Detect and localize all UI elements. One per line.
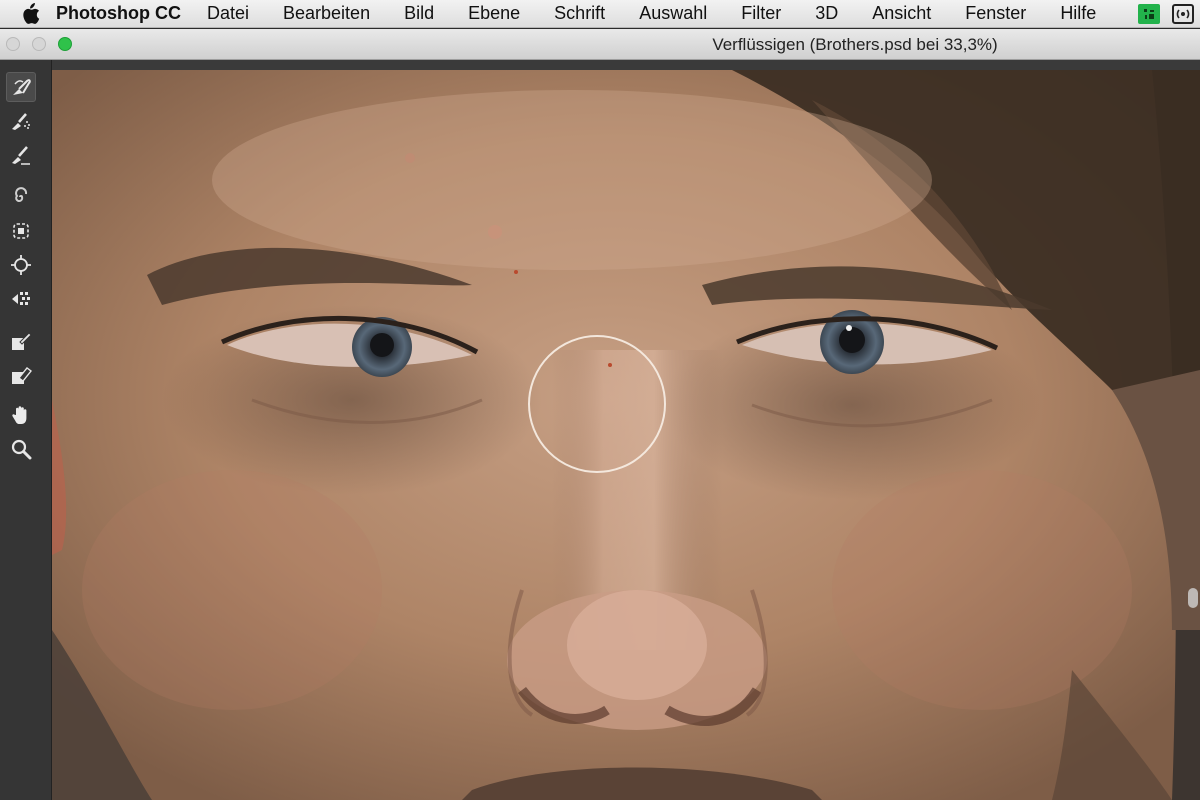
liquify-tools-panel bbox=[0, 60, 52, 800]
forward-warp-icon bbox=[13, 79, 31, 95]
zoom-icon bbox=[11, 439, 32, 460]
zoom-tool[interactable] bbox=[6, 434, 36, 464]
reconstruct-icon bbox=[12, 113, 30, 130]
window-title-bar: Verflüssigen (Brothers.psd bei 33,3%) bbox=[0, 29, 1200, 60]
pucker-tool[interactable] bbox=[6, 216, 36, 246]
menu-bearbeiten[interactable]: Bearbeiten bbox=[283, 3, 370, 24]
liquify-brush-cursor bbox=[528, 335, 666, 473]
twirl-icon bbox=[15, 187, 28, 203]
thaw-mask-tool[interactable] bbox=[6, 360, 36, 390]
menu-fenster[interactable]: Fenster bbox=[965, 3, 1026, 24]
window-title: Verflüssigen (Brothers.psd bei 33,3%) bbox=[712, 35, 998, 54]
app-name-menu[interactable]: Photoshop CC bbox=[56, 3, 181, 24]
green-app-status-icon[interactable] bbox=[1138, 4, 1160, 24]
menu-ansicht[interactable]: Ansicht bbox=[872, 3, 931, 24]
forward-warp-tool[interactable] bbox=[6, 72, 36, 102]
menu-hilfe[interactable]: Hilfe bbox=[1060, 3, 1096, 24]
bloat-icon bbox=[11, 255, 31, 275]
twirl-clockwise-tool[interactable] bbox=[6, 182, 36, 212]
menu-ebene[interactable]: Ebene bbox=[468, 3, 520, 24]
freeze-mask-icon bbox=[12, 332, 32, 350]
apple-logo-icon[interactable] bbox=[18, 2, 42, 26]
menu-bild[interactable]: Bild bbox=[404, 3, 434, 24]
freeze-mask-tool[interactable] bbox=[6, 326, 36, 356]
menu-items: Datei Bearbeiten Bild Ebene Schrift Ausw… bbox=[207, 3, 1096, 24]
brush-marker bbox=[608, 363, 612, 367]
pucker-icon bbox=[13, 223, 29, 239]
menu-status-area bbox=[1138, 0, 1194, 28]
smooth-icon bbox=[12, 146, 30, 165]
hand-tool[interactable] bbox=[6, 400, 36, 430]
liquify-preview-canvas[interactable] bbox=[52, 70, 1200, 800]
push-left-tool[interactable] bbox=[6, 284, 36, 314]
reconstruct-tool[interactable] bbox=[6, 106, 36, 136]
menu-auswahl[interactable]: Auswahl bbox=[639, 3, 707, 24]
thaw-mask-icon bbox=[12, 367, 32, 384]
menu-schrift[interactable]: Schrift bbox=[554, 3, 605, 24]
menu-datei[interactable]: Datei bbox=[207, 3, 249, 24]
menu-filter[interactable]: Filter bbox=[741, 3, 781, 24]
smooth-tool[interactable] bbox=[6, 140, 36, 170]
bloat-tool[interactable] bbox=[6, 250, 36, 280]
hand-icon bbox=[12, 406, 27, 424]
menu-bar: Photoshop CC Datei Bearbeiten Bild Ebene… bbox=[0, 0, 1200, 28]
vertical-scroll-thumb[interactable] bbox=[1188, 588, 1198, 608]
push-left-icon bbox=[12, 292, 30, 305]
options-strip bbox=[0, 60, 1200, 70]
broadcast-status-icon[interactable] bbox=[1172, 4, 1194, 24]
menu-3d[interactable]: 3D bbox=[815, 3, 838, 24]
brush-marker bbox=[514, 270, 518, 274]
